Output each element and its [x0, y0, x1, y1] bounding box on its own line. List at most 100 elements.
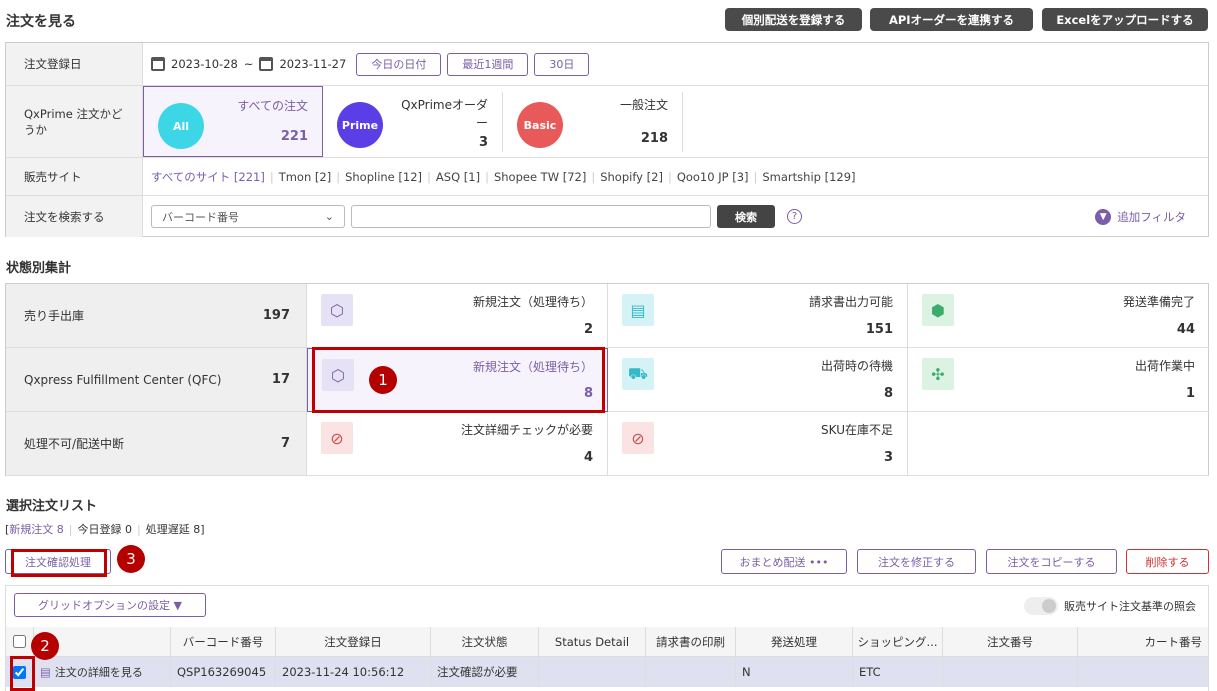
annotation-box-1 [312, 347, 605, 413]
type-count: 3 [478, 135, 488, 150]
grid-option-button[interactable]: グリッドオプションの設定 ▼ [14, 593, 206, 617]
box-check-icon: ⬢ [922, 294, 954, 326]
date-row: 注文登録日 2023-10-28 ~ 2023-11-27 今日の日付 最近1週… [6, 43, 1208, 86]
calendar-icon[interactable] [151, 57, 165, 71]
bracket: ] [200, 523, 205, 536]
cart-icon: ⛟ [622, 358, 654, 390]
row-count: 197 [262, 308, 290, 323]
edit-order-button[interactable]: 注文を修正する [857, 549, 976, 574]
copy-order-button[interactable]: 注文をコピーする [986, 549, 1117, 574]
excel-upload-button[interactable]: Excelをアップロードする [1042, 8, 1208, 31]
row-label: 処理不可/配送中断 [24, 437, 125, 451]
separator: | [485, 169, 489, 184]
column-header[interactable]: 注文番号 [943, 627, 1078, 657]
type-name: QxPrimeオーダー [401, 98, 488, 130]
site-filter-7[interactable]: Smartship [129] [762, 170, 855, 184]
status-cell[interactable]: ⊘ SKU在庫不足 3 [608, 412, 908, 476]
view-detail-link[interactable]: ▤ 注文の詳細を見る [34, 657, 171, 687]
date-from[interactable]: 2023-10-28 [171, 57, 238, 71]
chevron-down-icon: ⌄ [324, 210, 334, 223]
separator: | [269, 169, 274, 184]
sites-row: 販売サイト すべてのサイト [221] | Tmon [2] | Shopline [1… [6, 158, 1208, 196]
column-header[interactable]: ショッピング... [853, 627, 943, 657]
status-row-label[interactable]: 処理不可/配送中断 7 [6, 412, 307, 476]
delay-count[interactable]: 処理遅延 8 [146, 523, 201, 536]
status-row-label[interactable]: 売り手出庫 197 [6, 284, 307, 348]
list-summary: [新規注文 8 | 今日登録 0 | 処理遅延 8] [5, 523, 205, 536]
calendar-icon[interactable] [259, 57, 274, 71]
combine-shipping-button[interactable]: おまとめ配送 ••• [721, 549, 847, 574]
api-order-button[interactable]: APIオーダーを連携する [870, 8, 1033, 31]
date-to[interactable]: 2023-11-27 [279, 57, 346, 71]
row-label: 売り手出庫 [24, 309, 85, 323]
search-input[interactable] [351, 205, 711, 228]
annotation-marker-2: 2 [31, 632, 59, 660]
status-count: 2 [583, 322, 593, 337]
site-filter-5[interactable]: Shopify [2] [600, 170, 663, 184]
column-header[interactable]: 請求書の印刷 [646, 627, 736, 657]
type-prime[interactable]: Prime QxPrimeオーダー 3 [323, 92, 503, 152]
site-filter-3[interactable]: ASQ [1] [436, 170, 480, 184]
today-count[interactable]: 今日登録 0 [78, 523, 133, 536]
add-filter-link[interactable]: ▼ 追加フィルタ [1095, 208, 1186, 225]
search-label: 注文を検索する [6, 196, 143, 237]
status-cell[interactable]: ⬡ 新規注文（処理待ち） 2 [307, 284, 608, 348]
sites-label: 販売サイト [6, 158, 143, 195]
status-count: 4 [583, 450, 593, 465]
site-filter-1[interactable]: Tmon [2] [279, 170, 332, 184]
site-filter-0[interactable]: すべてのサイト [221] [151, 169, 265, 185]
type-basic[interactable]: Basic 一般注文 218 [503, 92, 683, 152]
order-grid: グリッドオプションの設定 ▼ 販売サイト注文基準の照会 バーコード番号 注文登録日… [5, 585, 1209, 691]
column-header[interactable]: Status Detail [539, 627, 646, 657]
type-all[interactable]: All すべての注文 221 [143, 86, 323, 157]
search-row: 注文を検索する バーコード番号 ⌄ 検索 ? ▼ 追加フィルタ [6, 196, 1208, 237]
last-week-button[interactable]: 最近1週間 [447, 52, 529, 76]
all-badge: All [158, 103, 204, 149]
status-row-label[interactable]: Qxpress Fulfillment Center (QFC) 17 [6, 348, 307, 412]
row-count: 7 [280, 436, 290, 451]
status-cell[interactable]: ⬢ 発送準備完了 44 [908, 284, 1209, 348]
annotation-marker-3: 3 [117, 545, 145, 573]
help-icon[interactable]: ? [787, 209, 802, 224]
register-delivery-button[interactable]: 個別配送を登録する [725, 8, 862, 31]
empty-cell [908, 412, 1209, 476]
site-filter-6[interactable]: Qoo10 JP [3] [677, 170, 749, 184]
status-count: 151 [865, 322, 893, 337]
status-cell[interactable]: ▤ 請求書出力可能 151 [608, 284, 908, 348]
site-order-toggle[interactable]: 販売サイト注文基準の照会 [1024, 597, 1196, 615]
new-orders-link[interactable]: 新規注文 8 [9, 523, 64, 536]
table-cell: ETC [853, 657, 943, 687]
status-count: 44 [1176, 322, 1195, 337]
status-cell[interactable]: ⛟ 出荷時の待機 8 [608, 348, 908, 412]
add-filter-label: 追加フィルタ [1117, 209, 1186, 224]
select-value: バーコード番号 [162, 210, 239, 224]
column-header[interactable]: 注文登録日 [276, 627, 431, 657]
filter-table: 注文登録日 2023-10-28 ~ 2023-11-27 今日の日付 最近1週… [5, 42, 1209, 237]
box-error-icon: ⊘ [622, 422, 654, 454]
prime-row: QxPrime 注文かどうか All すべての注文 221 Prime QxPr… [6, 86, 1208, 158]
status-cell[interactable]: ⊘ 注文詳細チェックが必要 4 [307, 412, 608, 476]
box-icon: ⬡ [321, 294, 353, 326]
status-title: SKU在庫不足 [821, 423, 893, 437]
invoice-icon: ▤ [622, 294, 654, 326]
separator: | [667, 169, 672, 184]
today-button[interactable]: 今日の日付 [356, 52, 442, 76]
select-all-checkbox[interactable] [6, 627, 34, 657]
search-type-select[interactable]: バーコード番号 ⌄ [151, 205, 345, 228]
column-header[interactable]: 注文状態 [431, 627, 539, 657]
status-title: 発送準備完了 [1122, 295, 1195, 309]
column-header[interactable]: 発送処理 [736, 627, 853, 657]
type-count: 218 [640, 131, 668, 146]
delete-button[interactable]: 削除する [1126, 549, 1209, 574]
site-filter-2[interactable]: Shopline [12] [345, 170, 422, 184]
toggle-switch[interactable] [1024, 597, 1058, 615]
search-button[interactable]: 検索 [717, 205, 775, 228]
status-cell[interactable]: ✣ 出荷作業中 1 [908, 348, 1209, 412]
column-header[interactable]: バーコード番号 [171, 627, 276, 657]
basic-badge: Basic [517, 102, 563, 148]
30-days-button[interactable]: 30日 [534, 52, 590, 76]
site-filter-4[interactable]: Shopee TW [72] [494, 170, 586, 184]
column-header[interactable]: カート番号 [1078, 627, 1209, 657]
page-title: 注文を見る [6, 14, 76, 30]
status-title: 注文詳細チェックが必要 [460, 423, 593, 437]
